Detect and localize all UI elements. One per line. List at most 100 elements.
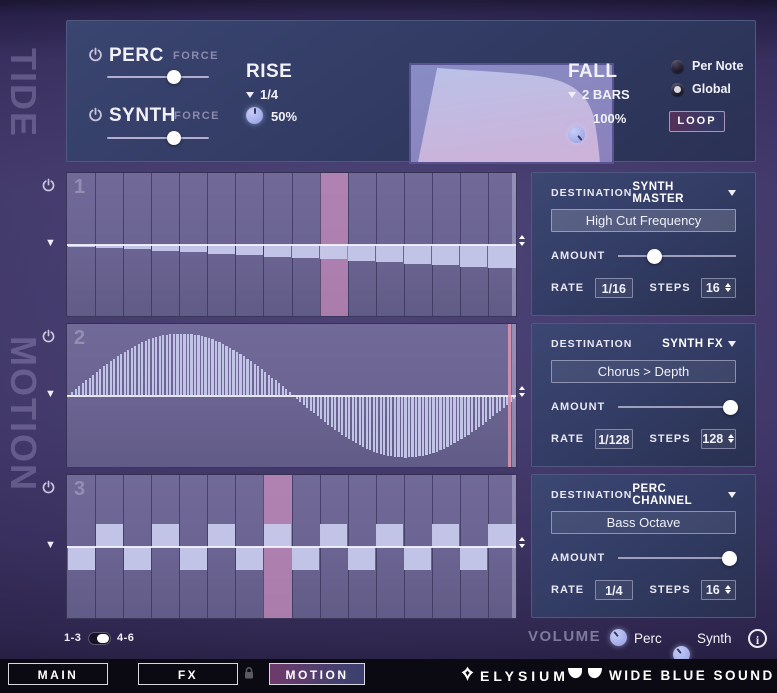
wave-bar[interactable]	[478, 396, 480, 428]
wave-bar[interactable]	[159, 336, 161, 395]
steps-down-icon[interactable]	[725, 288, 731, 292]
lane-wave-select-icon[interactable]: ▼	[45, 540, 56, 551]
wave-bar[interactable]	[124, 547, 151, 570]
perc-power-icon[interactable]	[88, 47, 103, 63]
wave-bar[interactable]	[327, 396, 329, 425]
wave-bar[interactable]	[397, 396, 399, 458]
wave-bar[interactable]	[236, 547, 263, 570]
destination-dropdown-arrow-icon[interactable]	[728, 492, 736, 498]
wave-bar[interactable]	[482, 396, 484, 425]
steps-value-box[interactable]: 16	[701, 278, 736, 298]
destination-value[interactable]: SYNTH FX	[662, 338, 723, 350]
amount-slider-thumb[interactable]	[722, 551, 737, 566]
wave-bar[interactable]	[320, 245, 347, 260]
wave-bar[interactable]	[268, 375, 270, 396]
wave-bar[interactable]	[401, 396, 403, 458]
wave-bar[interactable]	[338, 396, 340, 433]
rate-value-box[interactable]: 1/128	[595, 429, 632, 449]
wave-bar[interactable]	[138, 344, 140, 396]
wave-bar[interactable]	[120, 354, 122, 396]
wave-bar[interactable]	[485, 396, 487, 423]
fall-dropdown-arrow-icon[interactable]	[568, 92, 576, 98]
nudge-up-icon[interactable]	[519, 386, 525, 390]
wave-bar[interactable]	[208, 338, 210, 395]
per-note-radio[interactable]	[671, 60, 684, 73]
wave-bar[interactable]	[117, 356, 119, 395]
wave-bar[interactable]	[152, 524, 179, 547]
wave-bar[interactable]	[362, 396, 364, 448]
wave-bar[interactable]	[85, 380, 87, 395]
destination-dropdown-arrow-icon[interactable]	[728, 341, 736, 347]
loop-button[interactable]: LOOP	[669, 111, 725, 132]
wave-bar[interactable]	[422, 396, 424, 456]
wave-bar[interactable]	[376, 396, 378, 453]
rise-rate-value[interactable]: 1/4	[260, 87, 278, 102]
fall-amount-knob[interactable]	[568, 126, 585, 143]
wave-bar[interactable]	[331, 396, 333, 428]
wave-bar[interactable]	[348, 396, 350, 440]
wave-bar[interactable]	[155, 337, 157, 395]
tab-main[interactable]: MAIN	[8, 663, 108, 685]
amount-slider[interactable]	[618, 550, 736, 566]
lane-wave-select-icon[interactable]: ▼	[45, 389, 56, 400]
wave-bar[interactable]	[496, 396, 498, 414]
wave-bar[interactable]	[306, 396, 308, 408]
destination-value[interactable]: PERC CHANNEL	[632, 483, 723, 507]
wave-bar[interactable]	[324, 396, 326, 423]
wave-bar[interactable]	[488, 245, 515, 269]
wave-bar[interactable]	[432, 396, 434, 453]
wave-bar[interactable]	[359, 396, 361, 446]
steps-value[interactable]: 16	[706, 278, 720, 298]
wave-bar[interactable]	[303, 396, 305, 405]
wave-bar[interactable]	[264, 245, 291, 257]
steps-up-icon[interactable]	[725, 283, 731, 287]
wave-bar[interactable]	[152, 338, 154, 395]
steps-value[interactable]: 128	[702, 429, 723, 449]
wave-bar[interactable]	[264, 524, 291, 547]
wave-bar[interactable]	[366, 396, 368, 449]
lane-step-display[interactable]: 3	[66, 474, 517, 619]
nudge-up-icon[interactable]	[519, 235, 525, 239]
wave-bar[interactable]	[218, 342, 220, 395]
wave-bar[interactable]	[460, 547, 487, 570]
param-select-box[interactable]: High Cut Frequency	[551, 209, 736, 232]
wave-bar[interactable]	[369, 396, 371, 451]
wave-bar[interactable]	[92, 375, 94, 396]
wave-bar[interactable]	[236, 245, 263, 256]
wave-bar[interactable]	[450, 396, 452, 446]
wave-bar[interactable]	[131, 348, 133, 396]
param-select-box[interactable]: Chorus > Depth	[551, 360, 736, 383]
wave-bar[interactable]	[457, 396, 459, 442]
wave-bar[interactable]	[264, 372, 266, 396]
wave-bar[interactable]	[404, 396, 406, 458]
rate-value-box[interactable]: 1/16	[595, 278, 632, 298]
wave-bar[interactable]	[320, 396, 322, 420]
wave-bar[interactable]	[106, 364, 108, 396]
destination-dropdown[interactable]: PERC CHANNEL	[632, 483, 736, 507]
wave-bar[interactable]	[204, 337, 206, 395]
wave-bar[interactable]	[432, 245, 459, 266]
rise-amount-knob[interactable]	[246, 107, 263, 124]
per-note-option[interactable]: Per Note	[671, 59, 743, 73]
wave-bar[interactable]	[345, 396, 347, 438]
wave-bar[interactable]	[425, 396, 427, 455]
wave-bar[interactable]	[313, 396, 315, 414]
wave-bar[interactable]	[443, 396, 445, 449]
steps-spinner[interactable]	[725, 585, 731, 595]
rise-rate-dropdown[interactable]: 1/4	[246, 87, 278, 102]
lane-power-icon[interactable]	[41, 178, 56, 193]
lane-step-display[interactable]: 2	[66, 323, 517, 468]
wave-bar[interactable]	[499, 396, 501, 411]
pages-4-6-label[interactable]: 4-6	[117, 632, 134, 644]
wave-bar[interactable]	[355, 396, 357, 444]
wave-bar[interactable]	[110, 361, 112, 395]
wave-bar[interactable]	[124, 352, 126, 396]
wave-bar[interactable]	[352, 396, 354, 442]
wave-bar[interactable]	[404, 245, 431, 264]
lane-wave-select-icon[interactable]: ▼	[45, 238, 56, 249]
wave-bar[interactable]	[432, 524, 459, 547]
wave-bar[interactable]	[390, 396, 392, 457]
wave-bar[interactable]	[141, 342, 143, 395]
rate-value-box[interactable]: 1/4	[595, 580, 632, 600]
param-select-box[interactable]: Bass Octave	[551, 511, 736, 534]
